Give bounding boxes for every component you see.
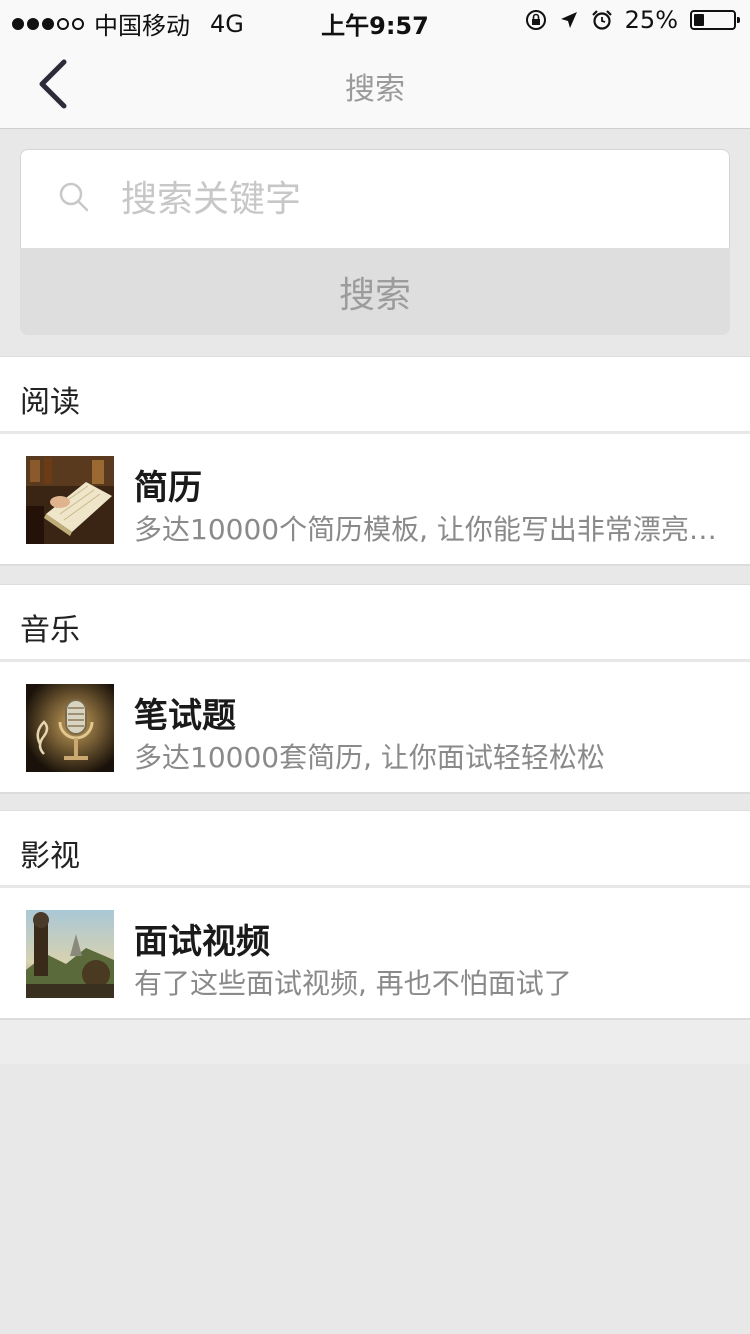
item-title: 面试视频 [134,922,270,962]
item-title: 简历 [134,468,202,508]
item-title: 笔试题 [134,696,236,736]
navigation-bar: 搜索 [0,40,750,129]
list-item-resume[interactable]: 简历 多达10000个简历模板, 让你能写出非常漂亮的简历 [0,434,750,566]
section-title: 影视 [20,839,80,874]
item-description: 有了这些面试视频, 再也不怕面试了 [134,967,572,1000]
battery-icon [690,10,740,30]
location-arrow-icon [560,12,577,28]
section-header-video: 影视 [0,810,750,886]
search-button[interactable]: 搜索 [20,248,730,335]
list-item-written-test[interactable]: 笔试题 多达10000套简历, 让你面试轻轻松松 [0,662,750,794]
section-title: 阅读 [20,385,80,420]
book-thumbnail [26,456,114,544]
microphone-thumbnail [26,684,114,772]
battery-fill [694,14,704,26]
section-header-music: 音乐 [0,584,750,660]
search-area: 搜索 [0,129,750,354]
search-input[interactable] [119,170,703,228]
landscape-thumbnail [26,910,114,998]
search-box[interactable] [20,149,730,249]
status-right: 25% [525,6,740,34]
section-header-reading: 阅读 [0,356,750,432]
bottom-strip [0,1020,750,1064]
page-title: 搜索 [345,72,405,107]
item-description: 多达10000个简历模板, 让你能写出非常漂亮的简历 [134,513,734,546]
section-title: 音乐 [20,613,80,648]
orientation-lock-icon [525,10,546,30]
alarm-clock-icon [591,10,612,30]
list-item-interview-video[interactable]: 面试视频 有了这些面试视频, 再也不怕面试了 [0,888,750,1020]
status-bar: 中国移动 4G 上午9:57 25% [0,0,750,40]
item-description: 多达10000套简历, 让你面试轻轻松松 [134,741,605,774]
battery-percentage: 25% [624,6,678,34]
search-icon [59,182,89,212]
